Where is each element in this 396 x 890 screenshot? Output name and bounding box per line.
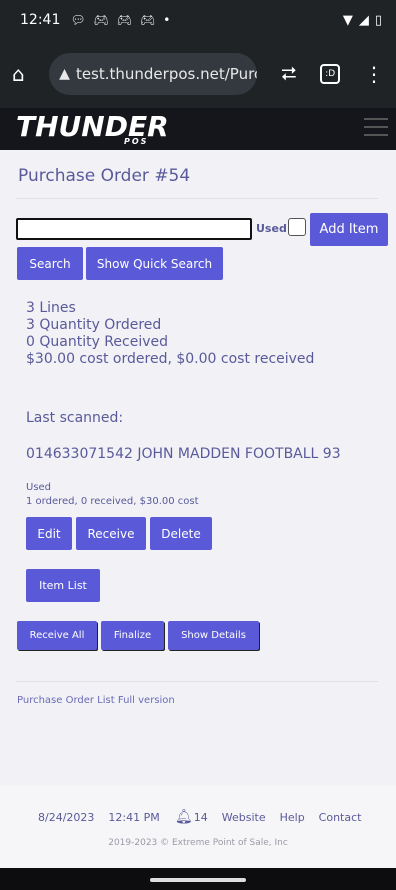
url-text: test.thunderpos.net/Purc [75,65,258,83]
full-version-link[interactable]: Full version [118,695,175,706]
footer-time: 12:41 PM [108,810,160,824]
item-list-button[interactable]: Item List [26,569,100,602]
show-quick-search-button[interactable]: Show Quick Search [86,247,223,280]
add-item-button[interactable]: Add Item [310,213,388,246]
chat-bubble-icon: 💬︎ [70,13,86,27]
tabs-icon[interactable]: :D [320,64,340,84]
summary-qty-received: 0 Quantity Received [26,334,169,350]
notification-icons: 💬︎ 🎮︎ 🎮︎ 🎮︎ • [70,13,170,27]
receive-all-button[interactable]: Receive All [17,621,97,650]
summary-cost: $30.00 cost ordered, $0.00 cost received [26,351,315,367]
share-icon[interactable]: ⮂ [281,63,296,85]
used-checkbox[interactable] [288,218,306,236]
item-condition: Used [26,482,52,493]
search-input[interactable] [16,218,252,240]
last-scanned-label: Last scanned: [26,410,124,426]
copyright: 2019-2023 © Extreme Point of Sale, Inc [108,838,288,848]
status-bar: 12:41 💬︎ 🎮︎ 🎮︎ 🎮︎ • ▼ ◢ ▯ [0,0,396,40]
item-detail: 1 ordered, 0 received, $30.00 cost [26,496,199,507]
dot-icon: • [163,13,171,27]
logo-sub: POS [124,137,149,146]
browser-toolbar: ⌂ ▲ test.thunderpos.net/Purc ⮂ :D ⋮ [0,40,396,108]
home-icon[interactable]: ⌂ [12,62,39,86]
page-footer [0,786,396,868]
warning-icon[interactable]: ▲ [59,66,70,82]
site-header: THUNDER POS [0,108,396,150]
po-list-link[interactable]: Purchase Order List [17,695,115,706]
address-bar[interactable]: ▲ test.thunderpos.net/Purc [49,53,258,95]
summary-qty-ordered: 3 Quantity Ordered [26,317,162,333]
gamepad-icon: 🎮︎ [116,13,133,27]
signal-icon: ◢ [358,12,369,28]
edit-button[interactable]: Edit [26,517,72,550]
contact-link[interactable]: Contact [319,811,362,824]
system-icons: ▼ ◢ ▯ [343,13,382,28]
summary-lines: 3 Lines [26,300,76,316]
home-gesture-bar[interactable] [150,878,246,882]
nav-bar [0,868,396,890]
wifi-icon: ▼ [342,12,353,28]
status-time: 12:41 [20,12,61,28]
used-label: Used [256,222,287,235]
search-button[interactable]: Search [17,247,83,280]
page-title: Purchase Order #54 [18,166,191,186]
footer-info: 8/24/2023 12:41 PM 🔔︎ 14 Website Help Co… [38,808,361,826]
gamepad-icon: 🎮︎ [140,13,156,27]
help-link[interactable]: Help [280,811,305,824]
bell-count: 14 [193,810,208,824]
po-summary: 3 Lines 3 Quantity Ordered 0 Quantity Re… [26,300,314,368]
receive-button[interactable]: Receive [76,517,146,550]
scanned-item: 014633071542 JOHN MADDEN FOOTBALL 93 [26,446,341,462]
divider [16,198,378,199]
show-details-button[interactable]: Show Details [168,621,259,650]
divider [16,681,378,682]
website-link[interactable]: Website [222,811,266,824]
battery-icon: ▯ [374,12,382,28]
delete-button[interactable]: Delete [150,517,212,550]
footer-date: 8/24/2023 [38,810,95,824]
hamburger-menu-icon[interactable] [364,118,388,142]
bell-icon[interactable]: 🔔︎ [174,808,194,826]
gamepad-icon: 🎮︎ [93,13,109,27]
footer-links: Purchase Order List Full version [17,695,175,706]
finalize-button[interactable]: Finalize [101,621,164,650]
more-vert-icon[interactable]: ⋮ [364,62,384,86]
